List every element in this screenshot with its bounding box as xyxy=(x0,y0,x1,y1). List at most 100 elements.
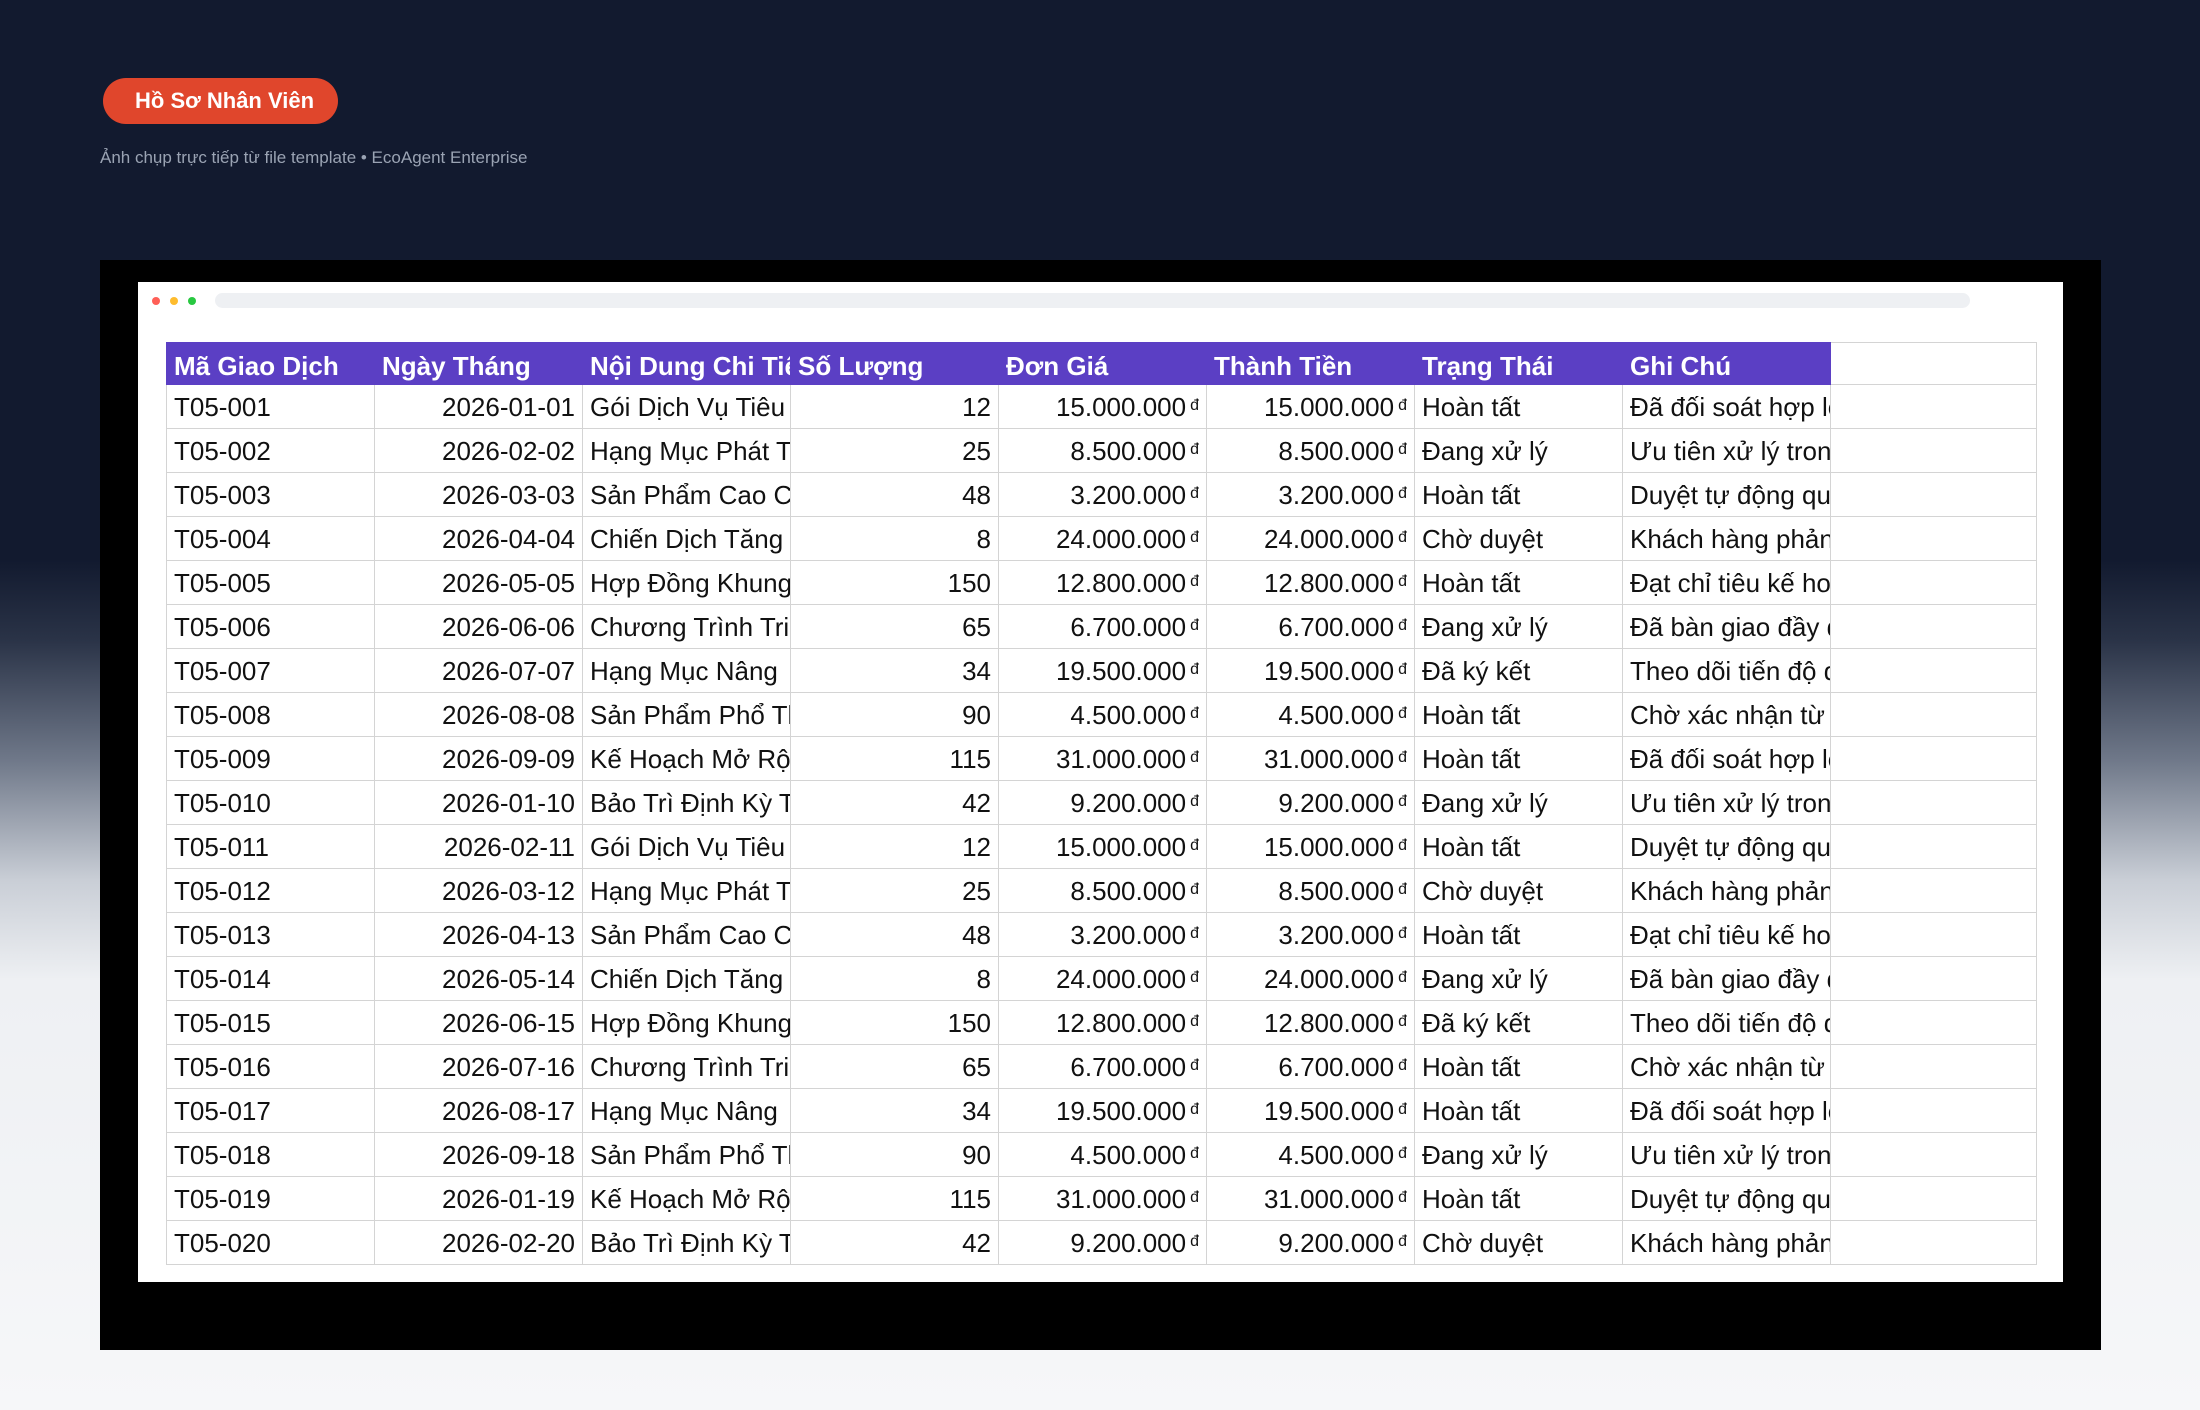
column-header[interactable]: Đơn Giá xyxy=(998,342,1207,385)
table-cell[interactable]: T05-005 xyxy=(166,560,375,605)
table-cell[interactable]: Ưu tiên xử lý trong tuần xyxy=(1622,780,1831,825)
table-cell[interactable]: Hoàn tất xyxy=(1414,1176,1623,1221)
empty-cell[interactable] xyxy=(1830,648,2037,693)
table-cell[interactable]: T05-015 xyxy=(166,1000,375,1045)
table-cell[interactable]: Đã bàn giao đầy đủ chứng từ xyxy=(1622,956,1831,1001)
table-cell[interactable]: 8.500.000 đ xyxy=(1206,428,1415,473)
empty-cell[interactable] xyxy=(1830,912,2037,957)
table-cell[interactable]: 90 xyxy=(790,1132,999,1177)
table-cell[interactable]: 8 xyxy=(790,956,999,1001)
table-cell[interactable]: Sản Phẩm Cao Cấ xyxy=(582,912,791,957)
table-cell[interactable]: 150 xyxy=(790,560,999,605)
table-cell[interactable]: Hoàn tất xyxy=(1414,912,1623,957)
table-cell[interactable]: Khách hàng phản hồi rất tích cực xyxy=(1622,1220,1831,1265)
column-header[interactable]: Trạng Thái xyxy=(1414,342,1623,385)
table-cell[interactable]: 9.200.000 đ xyxy=(998,1220,1207,1265)
table-cell[interactable]: Sản Phẩm Phổ Th xyxy=(582,1132,791,1177)
table-cell[interactable]: 2026-03-03 xyxy=(374,472,583,517)
table-cell[interactable]: Hoàn tất xyxy=(1414,1044,1623,1089)
table-cell[interactable]: 2026-05-05 xyxy=(374,560,583,605)
table-cell[interactable]: T05-007 xyxy=(166,648,375,693)
table-cell[interactable]: 2026-02-02 xyxy=(374,428,583,473)
table-cell[interactable]: 31.000.000 đ xyxy=(998,736,1207,781)
table-cell[interactable]: 9.200.000 đ xyxy=(1206,1220,1415,1265)
table-cell[interactable]: 34 xyxy=(790,648,999,693)
table-cell[interactable]: 2026-05-14 xyxy=(374,956,583,1001)
table-cell[interactable]: Chương Trình Tri xyxy=(582,1044,791,1089)
empty-cell[interactable] xyxy=(1830,384,2037,429)
empty-cell[interactable] xyxy=(1830,560,2037,605)
table-cell[interactable]: Đang xử lý xyxy=(1414,604,1623,649)
column-header[interactable]: Ngày Tháng xyxy=(374,342,583,385)
table-cell[interactable]: 6.700.000 đ xyxy=(998,604,1207,649)
table-cell[interactable]: 2026-02-11 xyxy=(374,824,583,869)
table-cell[interactable]: 19.500.000 đ xyxy=(998,1088,1207,1133)
table-cell[interactable]: 2026-01-10 xyxy=(374,780,583,825)
table-cell[interactable]: 8 xyxy=(790,516,999,561)
table-cell[interactable]: 2026-01-19 xyxy=(374,1176,583,1221)
empty-cell[interactable] xyxy=(1830,1000,2037,1045)
empty-cell[interactable] xyxy=(1830,780,2037,825)
table-cell[interactable]: Hạng Mục Phát T xyxy=(582,428,791,473)
table-cell[interactable]: 3.200.000 đ xyxy=(1206,912,1415,957)
table-cell[interactable]: T05-011 xyxy=(166,824,375,869)
table-cell[interactable]: 12.800.000 đ xyxy=(998,1000,1207,1045)
table-cell[interactable]: 2026-01-01 xyxy=(374,384,583,429)
table-cell[interactable]: T05-018 xyxy=(166,1132,375,1177)
empty-cell[interactable] xyxy=(1830,604,2037,649)
table-cell[interactable]: 2026-04-13 xyxy=(374,912,583,957)
empty-cell[interactable] xyxy=(1830,868,2037,913)
table-cell[interactable]: T05-017 xyxy=(166,1088,375,1133)
table-cell[interactable]: Ưu tiên xử lý trong tuần xyxy=(1622,1132,1831,1177)
table-cell[interactable]: 8.500.000 đ xyxy=(998,868,1207,913)
table-cell[interactable]: Hạng Mục Nâng xyxy=(582,648,791,693)
table-cell[interactable]: 25 xyxy=(790,868,999,913)
table-cell[interactable]: T05-009 xyxy=(166,736,375,781)
table-cell[interactable]: Đã đối soát hợp lệ 100% xyxy=(1622,736,1831,781)
table-cell[interactable]: 4.500.000 đ xyxy=(998,1132,1207,1177)
table-cell[interactable]: T05-010 xyxy=(166,780,375,825)
table-cell[interactable]: 2026-07-16 xyxy=(374,1044,583,1089)
table-cell[interactable]: T05-014 xyxy=(166,956,375,1001)
table-cell[interactable]: 2026-07-07 xyxy=(374,648,583,693)
table-cell[interactable]: Hoàn tất xyxy=(1414,384,1623,429)
table-cell[interactable]: 34 xyxy=(790,1088,999,1133)
table-cell[interactable]: 3.200.000 đ xyxy=(998,472,1207,517)
table-cell[interactable]: Gói Dịch Vụ Tiêu xyxy=(582,384,791,429)
table-cell[interactable]: 19.500.000 đ xyxy=(998,648,1207,693)
table-cell[interactable]: T05-004 xyxy=(166,516,375,561)
table-cell[interactable]: 9.200.000 đ xyxy=(998,780,1207,825)
employee-profile-badge[interactable]: Hồ Sơ Nhân Viên xyxy=(103,78,339,124)
table-cell[interactable]: Khách hàng phản hồi rất tích cực xyxy=(1622,868,1831,913)
table-cell[interactable]: 25 xyxy=(790,428,999,473)
table-cell[interactable]: 6.700.000 đ xyxy=(1206,1044,1415,1089)
table-cell[interactable]: 42 xyxy=(790,780,999,825)
table-cell[interactable]: 48 xyxy=(790,912,999,957)
table-cell[interactable]: Chương Trình Tri xyxy=(582,604,791,649)
table-cell[interactable]: Sản Phẩm Cao Cấ xyxy=(582,472,791,517)
empty-cell[interactable] xyxy=(1830,736,2037,781)
table-cell[interactable]: Hoàn tất xyxy=(1414,472,1623,517)
table-cell[interactable]: 2026-04-04 xyxy=(374,516,583,561)
table-cell[interactable]: T05-008 xyxy=(166,692,375,737)
table-cell[interactable]: Đang xử lý xyxy=(1414,780,1623,825)
table-cell[interactable]: Đã bàn giao đầy đủ chứng từ xyxy=(1622,604,1831,649)
table-cell[interactable]: Kế Hoạch Mở Rộ xyxy=(582,1176,791,1221)
table-cell[interactable]: 31.000.000 đ xyxy=(1206,1176,1415,1221)
table-cell[interactable]: 3.200.000 đ xyxy=(998,912,1207,957)
table-cell[interactable]: Đã đối soát hợp lệ 100% xyxy=(1622,384,1831,429)
table-cell[interactable]: Hoàn tất xyxy=(1414,560,1623,605)
table-cell[interactable]: Kế Hoạch Mở Rộ xyxy=(582,736,791,781)
table-cell[interactable]: Đang xử lý xyxy=(1414,956,1623,1001)
table-cell[interactable]: Ưu tiên xử lý trong tuần xyxy=(1622,428,1831,473)
table-cell[interactable]: Đạt chỉ tiêu kế hoạch đề ra xyxy=(1622,912,1831,957)
table-cell[interactable]: Bảo Trì Định Kỳ T xyxy=(582,1220,791,1265)
table-cell[interactable]: 8.500.000 đ xyxy=(998,428,1207,473)
table-cell[interactable]: Bảo Trì Định Kỳ T xyxy=(582,780,791,825)
table-cell[interactable]: 2026-03-12 xyxy=(374,868,583,913)
table-cell[interactable]: 115 xyxy=(790,1176,999,1221)
table-cell[interactable]: 2026-08-08 xyxy=(374,692,583,737)
table-cell[interactable]: 4.500.000 đ xyxy=(998,692,1207,737)
table-cell[interactable]: 24.000.000 đ xyxy=(1206,956,1415,1001)
table-cell[interactable]: 115 xyxy=(790,736,999,781)
